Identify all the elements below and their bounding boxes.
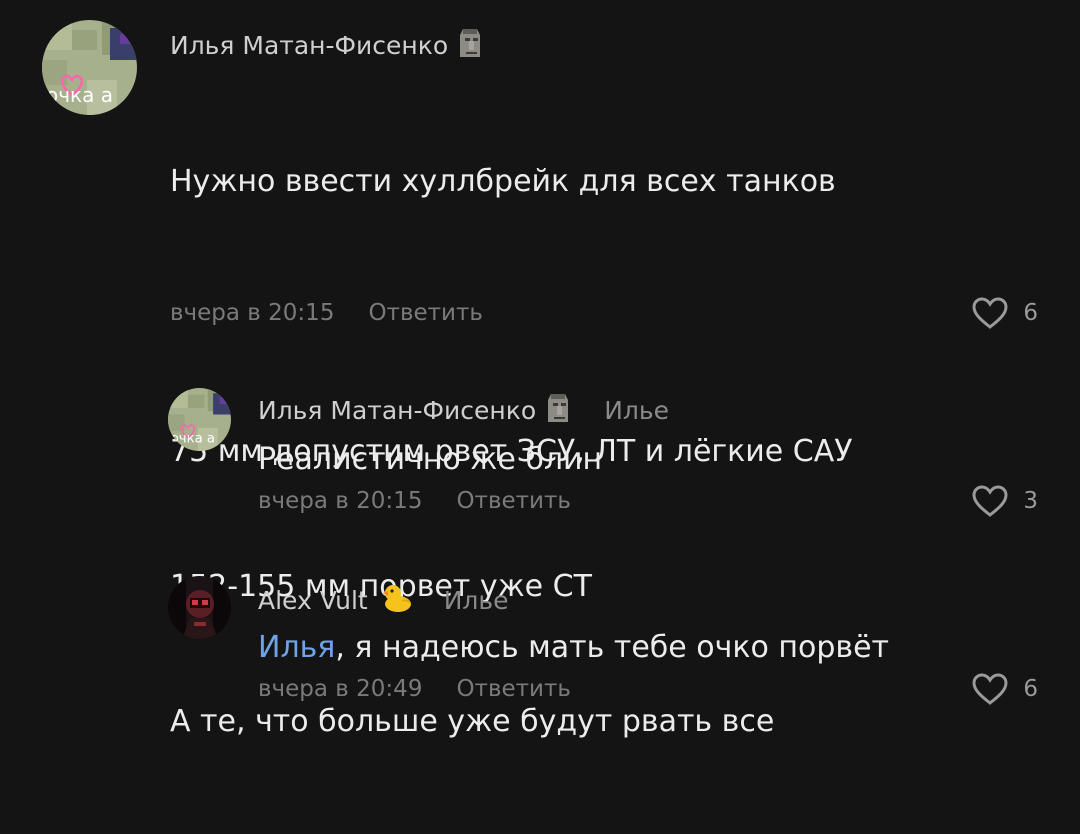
heart-icon: [972, 485, 1008, 517]
comment-3: Alex Vult Илье Илья, я надеюсь мать тебе…: [0, 570, 1080, 720]
like-button[interactable]: 3: [971, 484, 1038, 518]
moai-icon: [456, 25, 486, 65]
avatar-overlay-text: очка а: [171, 431, 215, 446]
comment-text-body: , я надеюсь мать тебе очко порвёт: [335, 630, 890, 665]
author-name[interactable]: Илья Матан-Фисенко: [258, 396, 536, 425]
heart-icon: [972, 297, 1008, 329]
comment-text-line: Нужно ввести хуллбрейк для всех танков: [170, 164, 836, 199]
author-line: Alex Vult Илье: [258, 582, 509, 618]
avatar-image: очка а: [42, 20, 137, 115]
avatar[interactable]: очка а: [42, 20, 137, 115]
comment-text: Реалистично же блин: [258, 442, 603, 477]
comment-1: очка а Илья Матан-Фисенко Нужно ввести х…: [0, 0, 1080, 739]
avatar-image: очка а: [168, 388, 231, 451]
avatar[interactable]: очка а: [168, 388, 231, 451]
duck-icon: [380, 582, 414, 618]
reply-button[interactable]: Ответить: [456, 488, 571, 514]
comment-text: Илья, я надеюсь мать тебе очко порвёт: [258, 625, 889, 670]
comment-meta: вчера в 20:49 Ответить: [258, 676, 571, 702]
author-line: Илья Матан-Фисенко Илье: [258, 392, 669, 428]
moai-icon: [544, 390, 574, 430]
author-name[interactable]: Илья Матан-Фисенко: [170, 31, 448, 60]
heart-icon: [972, 673, 1008, 705]
timestamp: вчера в 20:15: [258, 488, 423, 514]
like-button[interactable]: 6: [971, 672, 1038, 706]
author-line: Илья Матан-Фисенко: [170, 27, 486, 63]
comment-meta: вчера в 20:15 Ответить: [170, 300, 483, 326]
like-button[interactable]: 6: [971, 296, 1038, 330]
reply-to-link[interactable]: Илье: [444, 586, 509, 615]
avatar[interactable]: [168, 576, 231, 639]
comment-2: очка а Илья Матан-Фисенко Илье Реалистич…: [0, 380, 1080, 530]
like-count: 6: [1023, 676, 1038, 702]
timestamp: вчера в 20:49: [258, 676, 423, 702]
reply-button[interactable]: Ответить: [456, 676, 571, 702]
mention-link[interactable]: Илья: [258, 630, 335, 665]
timestamp: вчера в 20:15: [170, 300, 335, 326]
avatar-image: [168, 576, 231, 639]
author-name[interactable]: Alex Vult: [258, 586, 368, 615]
avatar-overlay-text: очка а: [46, 83, 113, 107]
reply-button[interactable]: Ответить: [368, 300, 483, 326]
like-count: 6: [1023, 300, 1038, 326]
reply-to-link[interactable]: Илье: [604, 396, 669, 425]
like-count: 3: [1023, 488, 1038, 514]
comment-meta: вчера в 20:15 Ответить: [258, 488, 571, 514]
